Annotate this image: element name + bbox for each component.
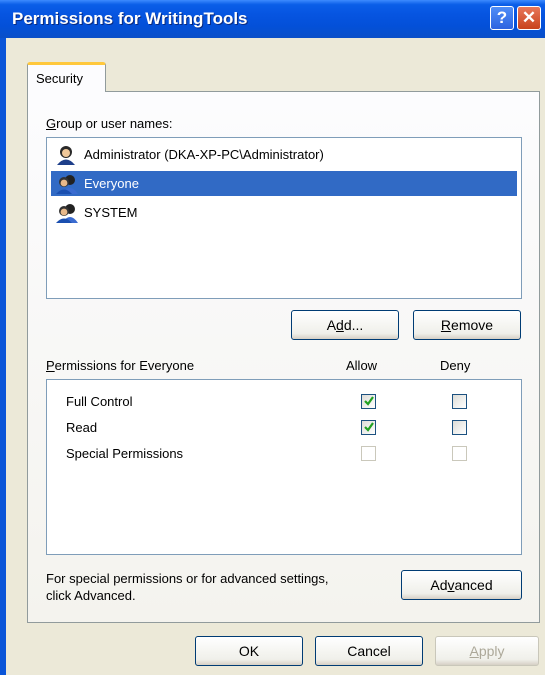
allow-checkbox xyxy=(361,446,376,461)
advanced-note: For special permissions or for advanced … xyxy=(46,571,329,603)
deny-column-header: Deny xyxy=(440,358,471,373)
allow-checkbox[interactable] xyxy=(361,420,376,435)
help-icon: ? xyxy=(496,8,508,27)
permission-name: Special Permissions xyxy=(66,446,184,461)
users-group-icon xyxy=(56,203,78,223)
window-title: Permissions for WritingTools xyxy=(12,9,248,28)
tab-security[interactable]: Security xyxy=(27,62,106,92)
window-border-left xyxy=(0,38,6,675)
allow-column-header: Allow xyxy=(346,358,378,373)
allow-checkbox[interactable] xyxy=(361,394,376,409)
checkmark-icon xyxy=(364,396,374,406)
permission-name: Full Control xyxy=(66,394,133,409)
deny-checkbox xyxy=(452,446,467,461)
help-button[interactable]: ? xyxy=(490,6,514,30)
tab-security-label: Security xyxy=(36,71,83,86)
table-row: Read xyxy=(66,418,506,440)
user-list[interactable]: Administrator (DKA-XP-PC\Administrator) … xyxy=(46,137,522,299)
checkmark-icon xyxy=(364,422,374,432)
user-icon xyxy=(57,145,75,165)
apply-button[interactable]: Apply xyxy=(435,636,539,666)
close-button[interactable]: ✕ xyxy=(517,6,541,30)
permissions-label: Permissions for Everyone xyxy=(46,358,195,373)
list-item[interactable]: Administrator (DKA-XP-PC\Administrator) xyxy=(51,142,517,167)
add-button[interactable]: Ad d... xyxy=(291,310,399,340)
permissions-list[interactable]: Full Control Read Special Permissions xyxy=(46,379,522,555)
group-names-label: Group or user names: xyxy=(46,116,173,131)
table-row: Full Control xyxy=(66,392,506,414)
list-item[interactable]: SYSTEM xyxy=(51,200,517,225)
remove-button[interactable]: Remove xyxy=(413,310,521,340)
user-name: SYSTEM xyxy=(84,205,138,220)
ok-button[interactable]: OK xyxy=(195,636,303,666)
user-name: Everyone xyxy=(84,176,139,191)
deny-checkbox[interactable] xyxy=(452,394,467,409)
list-item[interactable]: Everyone xyxy=(51,171,517,196)
user-name: Administrator (DKA-XP-PC\Administrator) xyxy=(84,147,324,162)
title-bar[interactable]: Permissions for WritingTools ? ✕ xyxy=(0,0,545,38)
table-row: Special Permissions xyxy=(66,444,506,466)
users-group-icon xyxy=(56,174,78,194)
deny-checkbox[interactable] xyxy=(452,420,467,435)
cancel-button[interactable]: Cancel xyxy=(315,636,423,666)
permission-name: Read xyxy=(66,420,98,435)
advanced-button[interactable]: Ad v anced xyxy=(401,570,522,600)
close-icon: ✕ xyxy=(521,8,537,27)
